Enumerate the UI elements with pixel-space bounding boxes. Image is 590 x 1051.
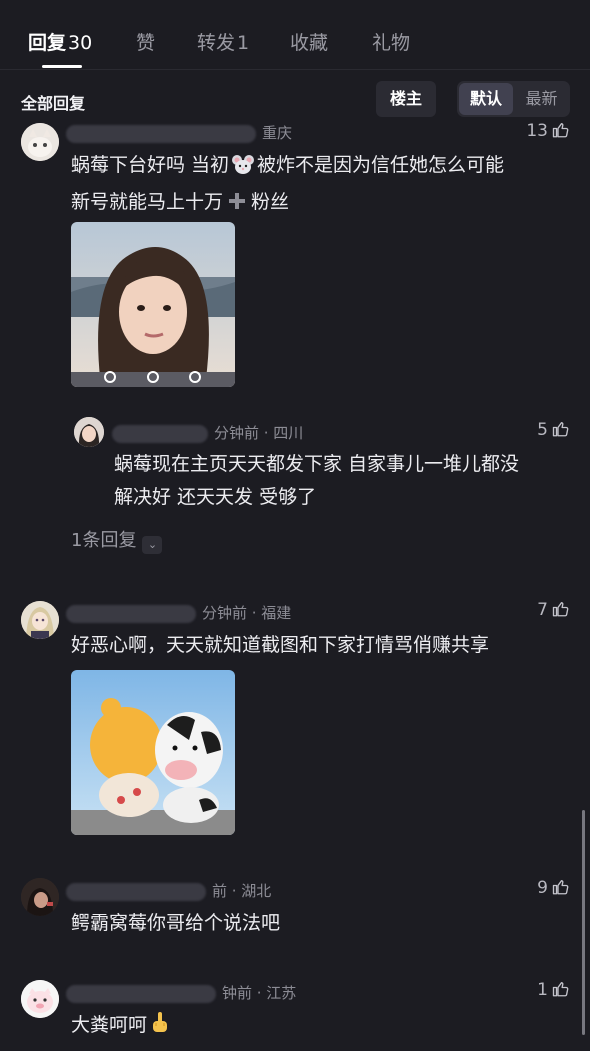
like-count: 13 xyxy=(526,121,548,141)
comment-location: 分钟前 · 福建 xyxy=(202,604,292,622)
avatar[interactable] xyxy=(21,123,59,161)
blurred-username xyxy=(66,124,256,143)
divider xyxy=(0,69,590,70)
tab-replies-count: 30 xyxy=(68,32,93,54)
sort-default-option[interactable]: 默认 xyxy=(459,83,513,115)
comment-location: 前 · 湖北 xyxy=(212,882,272,900)
scrollbar[interactable] xyxy=(582,810,585,1035)
all-replies-label: 全部回复 xyxy=(21,94,86,113)
thumbs-up-icon xyxy=(552,123,569,138)
tab-gifts-label: 礼物 xyxy=(372,32,411,54)
comment-text: 鳄霸窝莓你哥给个说法吧 xyxy=(71,912,281,934)
middle-finger-emoji-icon xyxy=(151,1011,169,1046)
mouse-emoji-icon xyxy=(231,153,255,186)
comment-text-part: 蜗莓下台好吗 当初 xyxy=(71,154,230,176)
tab-gifts[interactable]: 礼物 xyxy=(372,28,410,55)
tab-replies[interactable]: 回复 30 xyxy=(28,28,92,55)
tab-replies-label: 回复 xyxy=(28,32,67,54)
tab-reposts[interactable]: 转发 1 xyxy=(197,28,249,55)
filter-bar: 全部回复 楼主 默认 最新 xyxy=(0,78,590,122)
like-button[interactable]: 9 xyxy=(500,878,570,898)
comment-feed: 重庆 13 蜗莓下台好吗 当初 被炸不是因为信任她怎么可能 新号就能马上十万 粉丝 xyxy=(0,120,590,1051)
plus-emoji-icon xyxy=(227,189,247,222)
tab-likes[interactable]: 赞 xyxy=(136,28,155,55)
sort-latest-option[interactable]: 最新 xyxy=(515,83,568,115)
like-button[interactable]: 5 xyxy=(500,420,570,440)
comment-meta: 钟前 · 江苏 xyxy=(66,982,296,1003)
comment-meta: 前 · 湖北 xyxy=(66,880,271,901)
comment-text: 好恶心啊，天天就知道截图和下家打情骂俏赚共享 xyxy=(71,634,490,656)
like-button[interactable]: 1 xyxy=(500,980,570,1000)
like-button[interactable]: 7 xyxy=(500,600,570,620)
chevron-down-icon: ⌄ xyxy=(142,536,163,554)
blurred-username xyxy=(66,984,216,1003)
reply-text-part: 蜗莓现在主页天天都发下家 自家事儿一堆儿都没 xyxy=(114,453,520,475)
avatar[interactable] xyxy=(21,601,59,639)
comment-meta: 重庆 xyxy=(66,122,292,143)
comment-text-part: 粉丝 xyxy=(251,191,290,213)
view-replies-button[interactable]: 1条回复 ⌄ xyxy=(71,526,163,554)
comment-meta: 分钟前 · 福建 xyxy=(66,602,291,623)
tab-favorites-label: 收藏 xyxy=(290,32,329,54)
tab-likes-label: 赞 xyxy=(136,32,156,54)
tab-favorites[interactable]: 收藏 xyxy=(290,28,328,55)
reply-text: 蜗莓现在主页天天都发下家 自家事儿一堆儿都没 解决好 还天天发 受够了 xyxy=(114,448,569,514)
comment-text: 大粪呵呵 xyxy=(71,1009,571,1046)
tab-bar: 回复 30 赞 转发 1 收藏 礼物 xyxy=(0,0,590,70)
thumbs-up-icon xyxy=(552,880,569,895)
op-only-button[interactable]: 楼主 xyxy=(376,81,436,117)
like-count: 5 xyxy=(537,420,548,440)
blurred-username xyxy=(66,604,196,623)
comment-text: 蜗莓下台好吗 当初 被炸不是因为信任她怎么可能 新号就能马上十万 粉丝 xyxy=(71,149,566,222)
comment-image[interactable] xyxy=(71,670,235,835)
avatar[interactable] xyxy=(74,417,104,447)
avatar[interactable] xyxy=(21,980,59,1018)
reply-meta: 分钟前 · 四川 xyxy=(112,422,303,443)
comment-location: 钟前 · 江苏 xyxy=(222,984,297,1002)
comment-image[interactable] xyxy=(71,222,235,387)
blurred-username xyxy=(112,424,208,443)
tab-reposts-label: 转发 xyxy=(197,32,236,54)
reply-text-part: 解决好 还天天发 受够了 xyxy=(114,486,317,508)
like-button[interactable]: 13 xyxy=(500,121,570,141)
like-count: 9 xyxy=(537,878,548,898)
thumbs-up-icon xyxy=(552,602,569,617)
comment-location: 重庆 xyxy=(262,124,293,142)
comment-text-part: 大粪呵呵 xyxy=(71,1014,148,1036)
thumbs-up-icon xyxy=(552,422,569,437)
like-count: 1 xyxy=(537,980,548,1000)
sort-segmented-control: 默认 最新 xyxy=(457,81,570,117)
reply-location: 分钟前 · 四川 xyxy=(214,424,304,442)
blurred-username xyxy=(66,882,206,901)
view-replies-label: 1条回复 xyxy=(71,530,137,551)
comment-text-part: 被炸不是因为信任她怎么可能 xyxy=(257,154,505,176)
thumbs-up-icon xyxy=(552,982,569,997)
like-count: 7 xyxy=(537,600,548,620)
avatar[interactable] xyxy=(21,878,59,916)
comment-text-part: 新号就能马上十万 xyxy=(71,191,224,213)
tab-reposts-count: 1 xyxy=(237,32,250,54)
active-tab-indicator xyxy=(42,65,82,68)
